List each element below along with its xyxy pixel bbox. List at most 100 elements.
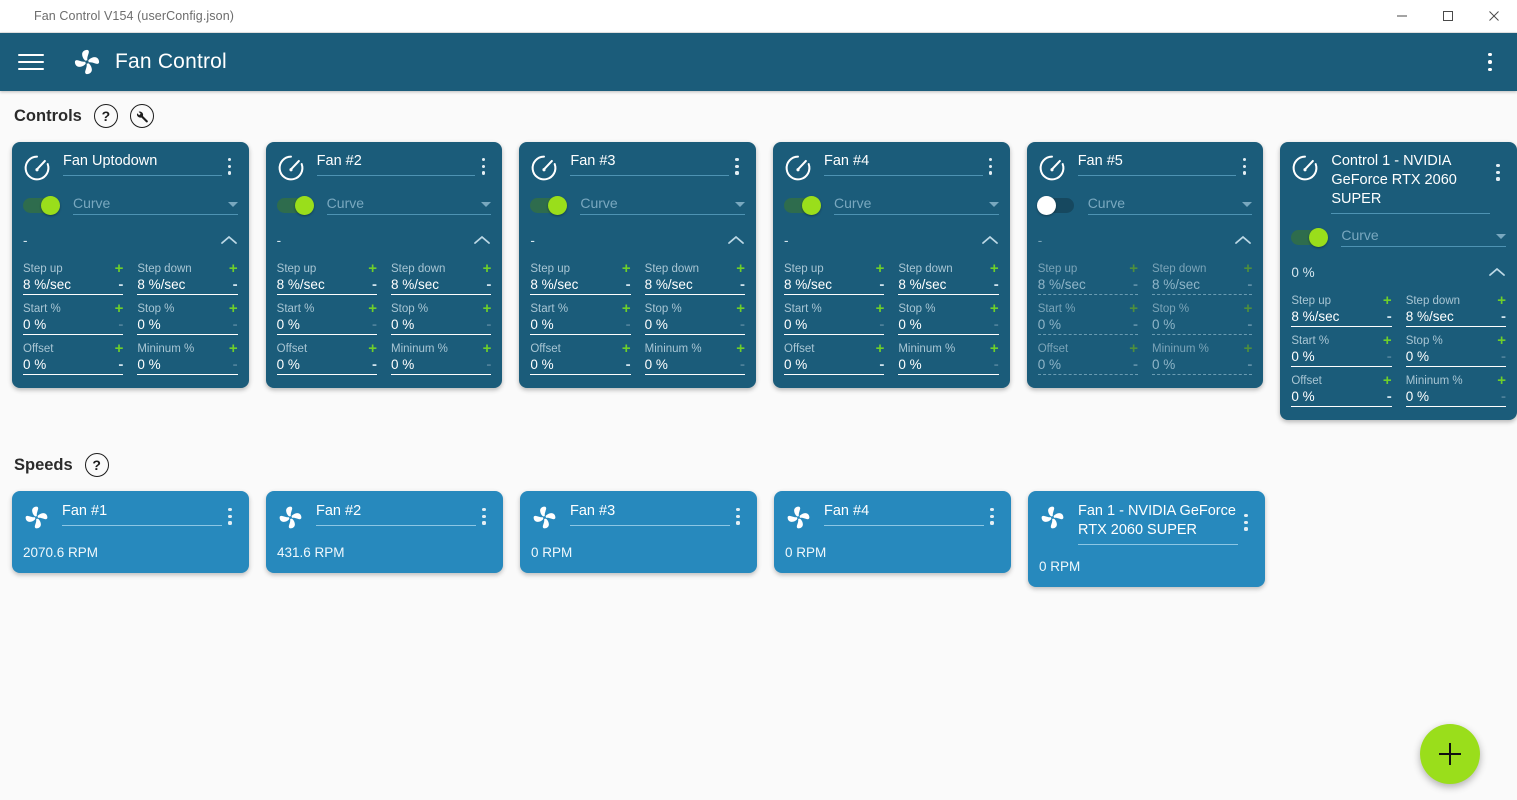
- decrement-step-up-button[interactable]: -: [1387, 309, 1392, 324]
- control-name-input[interactable]: Fan #2: [316, 152, 476, 176]
- increment-step-down-button[interactable]: +: [229, 261, 238, 276]
- increment-step-up-button[interactable]: +: [115, 261, 124, 276]
- increment-stop-pct-button[interactable]: +: [229, 301, 238, 316]
- increment-stop-pct-button[interactable]: +: [736, 301, 745, 316]
- field-value[interactable]: 8 %/sec: [391, 277, 439, 292]
- speed-name-input[interactable]: Fan #2: [316, 502, 476, 526]
- decrement-minimum-pct-button[interactable]: -: [233, 357, 238, 372]
- control-enable-toggle[interactable]: [23, 195, 60, 215]
- increment-start-pct-button[interactable]: +: [1383, 333, 1392, 348]
- decrement-step-down-button[interactable]: -: [1247, 277, 1252, 292]
- field-value[interactable]: 0 %: [1406, 389, 1429, 404]
- field-value[interactable]: 8 %/sec: [784, 277, 832, 292]
- collapse-chevron-up-icon[interactable]: [473, 234, 491, 246]
- decrement-minimum-pct-button[interactable]: -: [740, 357, 745, 372]
- collapse-chevron-up-icon[interactable]: [981, 234, 999, 246]
- speed-name-input[interactable]: Fan #1: [62, 502, 222, 526]
- speeds-help-icon[interactable]: ?: [84, 453, 109, 477]
- decrement-offset-button[interactable]: -: [626, 357, 631, 372]
- decrement-step-up-button[interactable]: -: [626, 277, 631, 292]
- increment-minimum-pct-button[interactable]: +: [736, 341, 745, 356]
- decrement-step-up-button[interactable]: -: [879, 277, 884, 292]
- increment-step-down-button[interactable]: +: [1244, 261, 1253, 276]
- decrement-stop-pct-button[interactable]: -: [1247, 317, 1252, 332]
- control-enable-toggle[interactable]: [530, 195, 568, 215]
- controls-help-icon[interactable]: ?: [93, 104, 118, 128]
- increment-step-down-button[interactable]: +: [483, 261, 492, 276]
- control-name-input[interactable]: Fan #5: [1077, 152, 1237, 176]
- controls-settings-wrench-icon[interactable]: [129, 104, 154, 128]
- field-value[interactable]: 0 %: [784, 357, 807, 372]
- control-enable-toggle[interactable]: [1291, 227, 1329, 247]
- field-value[interactable]: 0 %: [391, 357, 414, 372]
- control-name-input[interactable]: Fan #4: [824, 152, 983, 176]
- field-value[interactable]: 0 %: [645, 317, 668, 332]
- decrement-minimum-pct-button[interactable]: -: [994, 357, 999, 372]
- control-card-menu-button[interactable]: [1490, 164, 1506, 181]
- field-value[interactable]: 8 %/sec: [1038, 277, 1086, 292]
- increment-offset-button[interactable]: +: [876, 341, 885, 356]
- decrement-step-down-button[interactable]: -: [740, 277, 745, 292]
- increment-step-down-button[interactable]: +: [990, 261, 999, 276]
- field-value[interactable]: 8 %/sec: [1152, 277, 1200, 292]
- increment-step-up-button[interactable]: +: [622, 261, 631, 276]
- field-value[interactable]: 8 %/sec: [645, 277, 693, 292]
- field-value[interactable]: 8 %/sec: [898, 277, 946, 292]
- increment-step-up-button[interactable]: +: [876, 261, 885, 276]
- increment-stop-pct-button[interactable]: +: [1497, 333, 1506, 348]
- speed-card-menu-button[interactable]: [222, 508, 238, 525]
- decrement-start-pct-button[interactable]: -: [372, 317, 377, 332]
- field-value[interactable]: 0 %: [1291, 389, 1314, 404]
- control-card-menu-button[interactable]: [1236, 158, 1252, 175]
- field-value[interactable]: 0 %: [1291, 349, 1314, 364]
- increment-minimum-pct-button[interactable]: +: [1244, 341, 1253, 356]
- window-minimize-button[interactable]: [1379, 0, 1425, 32]
- field-value[interactable]: 0 %: [1038, 317, 1061, 332]
- control-curve-select[interactable]: Curve: [73, 195, 238, 215]
- increment-offset-button[interactable]: +: [115, 341, 124, 356]
- control-curve-select[interactable]: Curve: [580, 195, 746, 215]
- field-value[interactable]: 0 %: [784, 317, 807, 332]
- decrement-minimum-pct-button[interactable]: -: [1247, 357, 1252, 372]
- decrement-start-pct-button[interactable]: -: [1387, 349, 1392, 364]
- decrement-step-up-button[interactable]: -: [1133, 277, 1138, 292]
- speed-name-input[interactable]: Fan 1 - NVIDIA GeForce RTX 2060 SUPER: [1078, 502, 1238, 545]
- increment-stop-pct-button[interactable]: +: [1244, 301, 1253, 316]
- decrement-minimum-pct-button[interactable]: -: [486, 357, 491, 372]
- increment-start-pct-button[interactable]: +: [368, 301, 377, 316]
- field-value[interactable]: 0 %: [530, 357, 553, 372]
- add-item-fab-button[interactable]: [1420, 724, 1480, 784]
- control-card-menu-button[interactable]: [983, 158, 999, 175]
- control-name-input[interactable]: Fan Uptodown: [63, 152, 222, 176]
- decrement-stop-pct-button[interactable]: -: [1501, 349, 1506, 364]
- speed-card-menu-button[interactable]: [984, 508, 1000, 525]
- field-value[interactable]: 0 %: [137, 317, 160, 332]
- field-value[interactable]: 0 %: [391, 317, 414, 332]
- increment-offset-button[interactable]: +: [368, 341, 377, 356]
- field-value[interactable]: 0 %: [898, 357, 921, 372]
- control-name-input[interactable]: Control 1 - NVIDIA GeForce RTX 2060 SUPE…: [1331, 152, 1491, 214]
- speed-name-input[interactable]: Fan #4: [824, 502, 984, 526]
- increment-step-down-button[interactable]: +: [736, 261, 745, 276]
- decrement-start-pct-button[interactable]: -: [879, 317, 884, 332]
- control-curve-select[interactable]: Curve: [326, 195, 492, 215]
- field-value[interactable]: 0 %: [23, 317, 46, 332]
- increment-step-up-button[interactable]: +: [1129, 261, 1138, 276]
- decrement-step-up-button[interactable]: -: [118, 277, 123, 292]
- decrement-start-pct-button[interactable]: -: [626, 317, 631, 332]
- decrement-start-pct-button[interactable]: -: [118, 317, 123, 332]
- increment-step-up-button[interactable]: +: [368, 261, 377, 276]
- control-enable-toggle[interactable]: [276, 195, 314, 215]
- field-value[interactable]: 0 %: [530, 317, 553, 332]
- field-value[interactable]: 0 %: [645, 357, 668, 372]
- collapse-chevron-up-icon[interactable]: [220, 234, 238, 246]
- increment-offset-button[interactable]: +: [1383, 373, 1392, 388]
- decrement-step-down-button[interactable]: -: [994, 277, 999, 292]
- increment-start-pct-button[interactable]: +: [622, 301, 631, 316]
- decrement-offset-button[interactable]: -: [879, 357, 884, 372]
- collapse-chevron-up-icon[interactable]: [1488, 266, 1506, 278]
- speed-card-menu-button[interactable]: [476, 508, 492, 525]
- decrement-minimum-pct-button[interactable]: -: [1501, 389, 1506, 404]
- control-enable-toggle[interactable]: [1036, 195, 1074, 215]
- hamburger-menu-icon[interactable]: [14, 45, 48, 79]
